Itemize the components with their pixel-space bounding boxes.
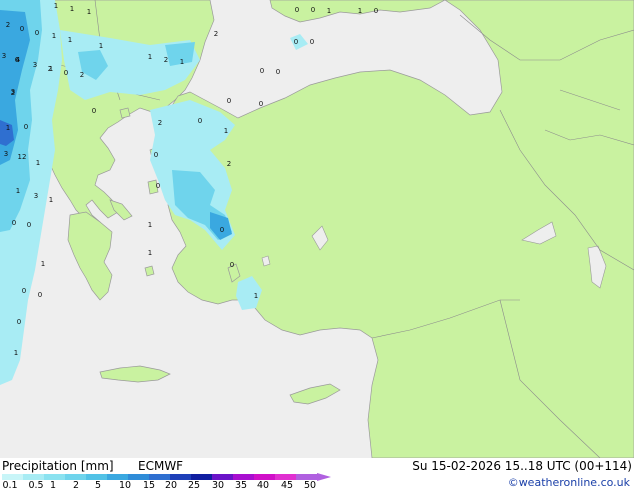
- precip-value-label: 2: [214, 30, 218, 38]
- precip-value-label: 0: [220, 226, 224, 234]
- model-name: ECMWF: [138, 459, 184, 473]
- precip-value-label: 1: [224, 127, 228, 135]
- precip-value-label: 1: [36, 159, 40, 167]
- precip-value-label: 1: [148, 53, 152, 61]
- precip-value-label: 0: [12, 219, 16, 227]
- legend-tick-label: 10: [118, 480, 132, 491]
- legend-tick-label: 30: [211, 480, 225, 491]
- precip-value-label: 0: [260, 67, 264, 75]
- precip-value-label: 1: [70, 5, 74, 13]
- precip-value-label: 1: [99, 42, 103, 50]
- legend-tick-label: 20: [164, 480, 178, 491]
- precip-value-label: 2: [11, 89, 15, 97]
- precip-value-label: 1: [41, 260, 45, 268]
- precip-value-label: 0: [154, 151, 158, 159]
- precip-value-label: 3: [4, 150, 8, 158]
- precip-value-label: 0: [230, 261, 234, 269]
- precip-value-label: 0: [295, 6, 299, 14]
- precip-value-label: 1: [327, 7, 331, 15]
- map-title: Precipitation [mm]: [2, 459, 114, 473]
- precip-value-label: 0: [227, 97, 231, 105]
- precip-value-label: 1: [52, 32, 56, 40]
- precip-value-label: 0: [198, 117, 202, 125]
- legend-tick-label: 5: [94, 480, 102, 491]
- precip-value-label: 1: [148, 221, 152, 229]
- map-footer: Precipitation [mm] ECMWF Su 15-02-2026 1…: [0, 458, 634, 491]
- precip-value-label: 0: [294, 38, 298, 46]
- precip-value-label: 0: [156, 182, 160, 190]
- precip-value-label: 0: [24, 123, 28, 131]
- legend-arrow-icon: [317, 473, 332, 481]
- precip-value-label: 0: [92, 107, 96, 115]
- precip-value-label: 3: [34, 192, 38, 200]
- precip-value-label: 0: [374, 7, 378, 15]
- credit-link[interactable]: ©weatheronline.co.uk: [508, 476, 630, 489]
- legend-tick-label: 50: [303, 480, 317, 491]
- precip-value-label: 1: [49, 196, 53, 204]
- legend-tick-label: 0.5: [28, 480, 44, 491]
- precip-value-label: 1: [68, 36, 72, 44]
- precip-value-label: 1: [6, 124, 10, 132]
- precip-value-label: 2: [158, 119, 162, 127]
- precip-value-label: 0: [22, 287, 26, 295]
- precip-value-label: 0: [17, 318, 21, 326]
- land-naxos: [144, 265, 155, 277]
- precip-value-label: 0: [38, 291, 42, 299]
- precip-value-label: 0: [20, 25, 24, 33]
- precip-value-label: 0: [310, 38, 314, 46]
- precip-value-label: 0: [64, 69, 68, 77]
- legend-tick-label: 35: [234, 480, 248, 491]
- precip-value-label: 1: [254, 292, 258, 300]
- precip-value-label: 12: [18, 153, 27, 161]
- precip-value-label: 1: [358, 7, 362, 15]
- precip-value-label: 0: [35, 29, 39, 37]
- precip-value-label: 1: [54, 2, 58, 10]
- precip-value-label: 0: [276, 68, 280, 76]
- precip-value-label: 1: [180, 58, 184, 66]
- precip-value-label: 1: [16, 187, 20, 195]
- legend-tick-label: 25: [187, 480, 201, 491]
- precip-value-label: 3: [2, 52, 6, 60]
- legend-tick-label: 40: [256, 480, 270, 491]
- legend-tick-label: 45: [280, 480, 294, 491]
- precip-value-label: 6: [15, 56, 20, 64]
- precip-value-label: 2: [48, 65, 52, 73]
- precip-value-label: 0: [27, 221, 31, 229]
- land-thasos: [119, 107, 131, 119]
- precipitation-map: 1110012001134311200121000362022100102003…: [0, 0, 634, 458]
- forecast-datetime: Su 15-02-2026 15..18 UTC (00+114): [412, 459, 632, 473]
- precip-value-label: 1: [87, 8, 91, 16]
- precip-value-label: 3: [33, 61, 37, 69]
- precip-value-label: 0: [259, 100, 263, 108]
- precip-value-label: 1: [14, 349, 18, 357]
- precip-value-label: 2: [164, 56, 168, 64]
- precip-value-label: 2: [227, 160, 231, 168]
- legend-tick-label: 15: [142, 480, 156, 491]
- precip-value-label: 1: [148, 249, 152, 257]
- precip-value-label: 0: [311, 6, 315, 14]
- legend-tick-label: 2: [72, 480, 80, 491]
- precip-value-label: 2: [6, 21, 10, 29]
- legend-tick-label: 1: [49, 480, 57, 491]
- legend-tick-label: 0.1: [2, 480, 18, 491]
- precip-value-label: 2: [80, 71, 84, 79]
